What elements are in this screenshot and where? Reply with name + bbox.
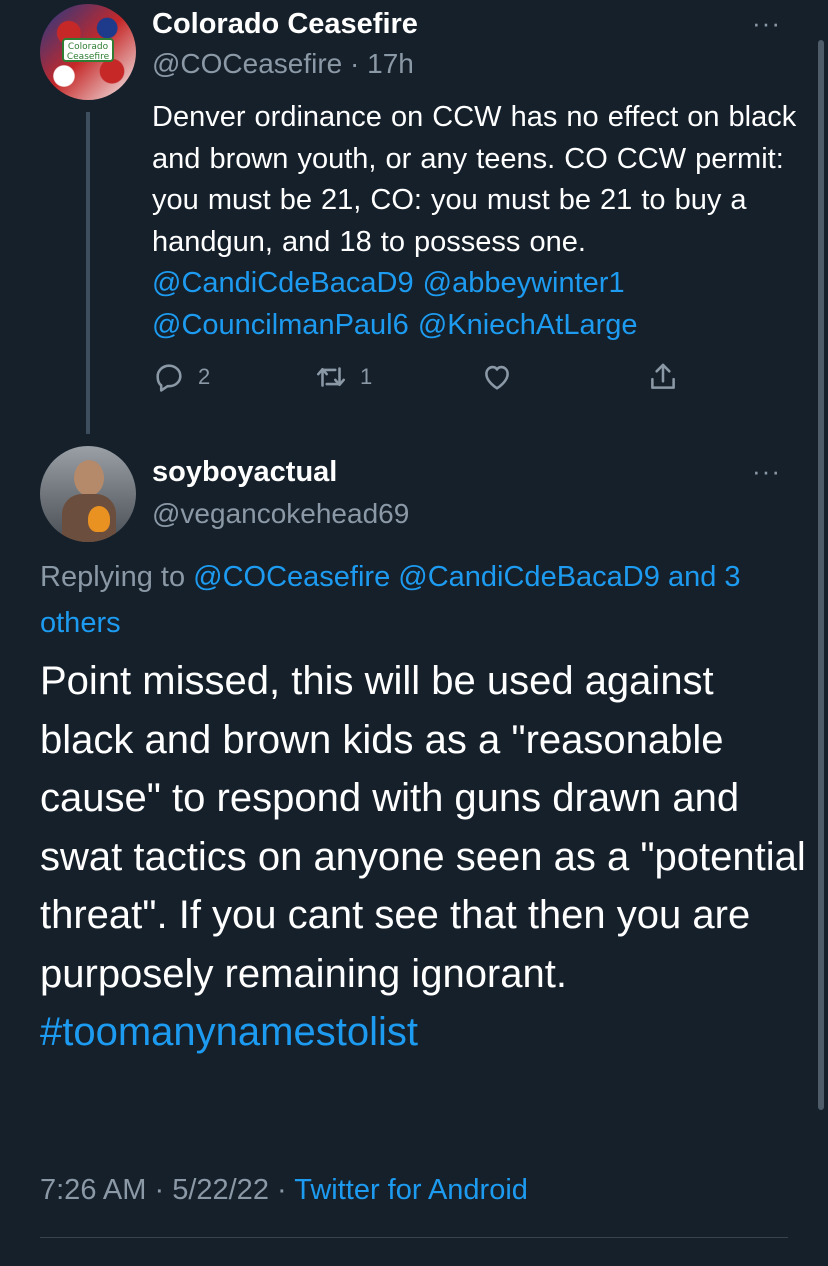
tweet-meta: 7:26 AM · 5/22/22 · Twitter for Android — [40, 1170, 528, 1210]
tweet-text: Denver ordinance on CCW has no effect on… — [152, 97, 802, 346]
tweet-text-body: Point missed, this will be used against … — [40, 659, 806, 996]
more-options-icon[interactable]: ··· — [752, 8, 781, 39]
tweet-time[interactable]: 17h — [367, 48, 414, 79]
tweet-text-segment — [414, 267, 423, 299]
retweet-count: 1 — [360, 364, 373, 389]
thread-connector-line — [86, 112, 90, 434]
mention-link[interactable]: @COCeasefire — [193, 561, 390, 593]
separator: · — [268, 1174, 295, 1206]
user-handle[interactable]: @vegancokehead69 — [152, 496, 409, 532]
separator: · — [146, 1174, 173, 1206]
tweet-date[interactable]: 5/22/22 — [172, 1174, 269, 1206]
more-options-icon[interactable]: ··· — [752, 456, 781, 487]
tweet-handle-line: @COCeasefire · 17h — [152, 46, 414, 82]
like-button[interactable] — [480, 360, 514, 394]
mention-link[interactable]: @CandiCdeBacaD9 — [398, 561, 660, 593]
avatar-flame — [88, 506, 110, 532]
tweet-text-segment — [409, 309, 418, 341]
tweet-text-segment: Denver ordinance on CCW has no effect on… — [152, 101, 797, 258]
separator: · — [342, 48, 368, 79]
retweet-button[interactable]: 1 — [314, 360, 372, 394]
avatar[interactable]: Colorado Ceasefire — [40, 4, 136, 100]
mention-link[interactable]: @abbeywinter1 — [423, 267, 625, 299]
hashtag-link[interactable]: #toomanynamestolist — [40, 1010, 418, 1054]
display-name[interactable]: Colorado Ceasefire — [152, 6, 418, 42]
tweet-time[interactable]: 7:26 AM — [40, 1174, 146, 1206]
display-name[interactable]: soyboyactual — [152, 454, 337, 490]
tweet-text: Point missed, this will be used against … — [40, 652, 810, 1062]
mention-link[interactable]: @CouncilmanPaul6 — [152, 309, 409, 341]
reply-count: 2 — [198, 364, 211, 389]
reply-button[interactable]: 2 — [152, 360, 210, 394]
heart-icon — [485, 365, 509, 390]
tweet-actions: 2 1 — [152, 360, 692, 394]
tweet-source-link[interactable]: Twitter for Android — [294, 1174, 528, 1206]
share-button[interactable] — [646, 360, 680, 394]
replying-prefix: Replying to — [40, 561, 194, 593]
mention-link[interactable]: @KniechAtLarge — [418, 309, 638, 341]
divider — [40, 1237, 788, 1238]
share-icon — [651, 363, 675, 389]
avatar-head — [74, 460, 104, 496]
user-handle[interactable]: @COCeasefire — [152, 48, 342, 79]
scrollbar[interactable] — [818, 40, 824, 1110]
reply-icon — [156, 364, 182, 392]
avatar[interactable] — [40, 446, 136, 542]
replying-to: Replying to @COCeasefire @CandiCdeBacaD9… — [40, 554, 800, 646]
avatar-logo-badge: Colorado Ceasefire — [62, 38, 114, 62]
retweet-icon — [316, 367, 346, 387]
mention-link[interactable]: @CandiCdeBacaD9 — [152, 267, 414, 299]
